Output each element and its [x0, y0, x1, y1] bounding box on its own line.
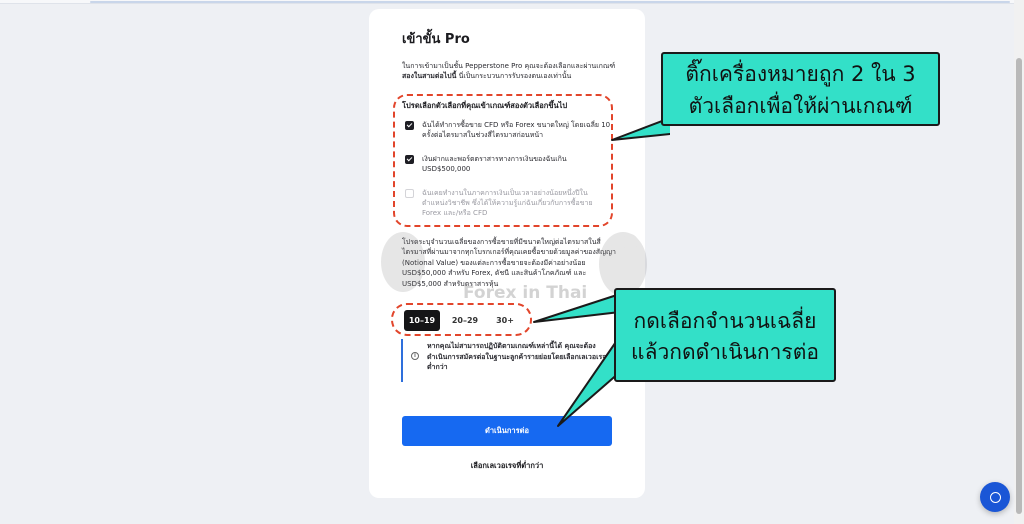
intro-suffix: นี่เป็นกระบวนการรับรองตนเองเท่านั้น	[456, 72, 572, 80]
callout-line: แล้วกดดำเนินการต่อ	[631, 340, 819, 364]
intro-text: ในการเข้ามาเป็นชั้น Pepperstone Pro คุณจ…	[402, 61, 618, 81]
intro-bold: สองในสามต่อไปนี้	[402, 72, 457, 80]
criteria-highlight-outline	[393, 94, 613, 227]
callout-line: ติ๊กเครื่องหมายถูก 2 ใน 3	[685, 62, 916, 86]
info-icon: i	[411, 352, 419, 360]
page-scrollbar[interactable]	[1014, 0, 1024, 524]
scrollbar-thumb[interactable]	[1016, 58, 1022, 514]
callout-line: กดเลือกจำนวนเฉลี่ย	[633, 309, 817, 333]
instruction-callout-checkboxes: ติ๊กเครื่องหมายถูก 2 ใน 3 ตัวเลือกเพื่อใ…	[661, 52, 940, 126]
intro-prefix: ในการเข้ามาเป็นชั้น Pepperstone Pro คุณจ…	[402, 62, 616, 70]
chat-button[interactable]	[980, 482, 1010, 512]
chat-bubble-icon	[989, 491, 1001, 503]
lower-leverage-link[interactable]: เลือกเลเวอเรจที่ต่ำกว่า	[402, 460, 612, 472]
callout-line: ตัวเลือกเพื่อให้ผ่านเกณฑ์	[688, 94, 913, 118]
page-title: เข้าขั้น Pro	[402, 32, 470, 47]
top-bar-line	[90, 1, 1010, 3]
instruction-callout-range: กดเลือกจำนวนเฉลี่ย แล้วกดดำเนินการต่อ	[614, 288, 836, 382]
browser-top-bar	[0, 0, 1024, 4]
callout-1-pointer	[611, 118, 670, 141]
